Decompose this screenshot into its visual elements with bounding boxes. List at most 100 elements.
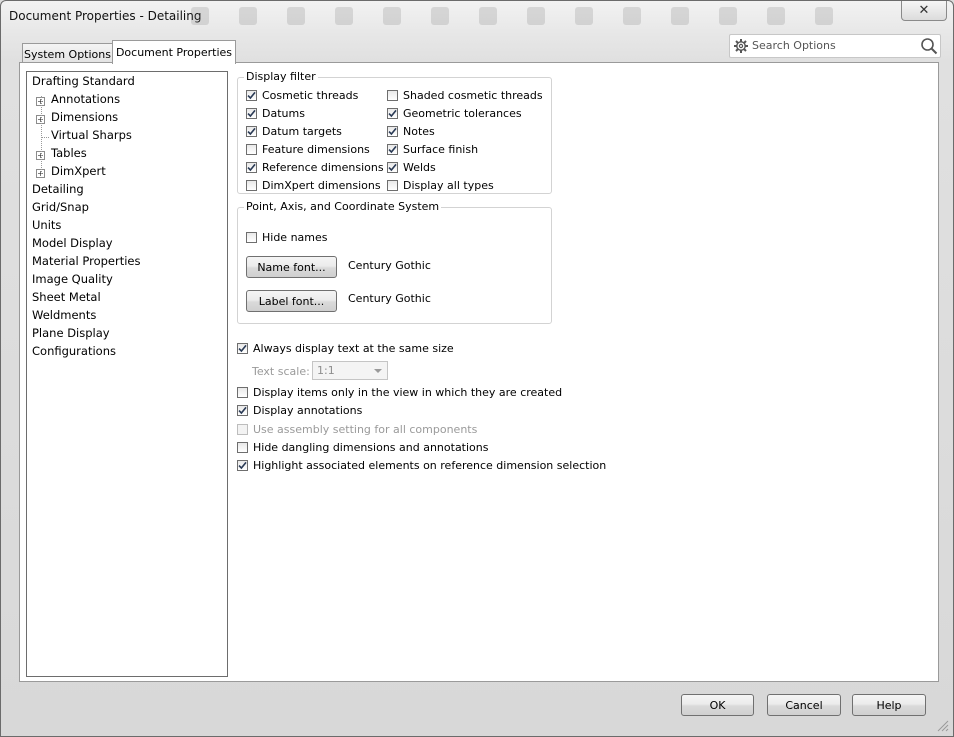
highlight-associated-checkbox[interactable] <box>237 459 248 471</box>
help-button[interactable]: Help <box>852 694 926 716</box>
tree-item[interactable]: Dimensions <box>51 110 118 126</box>
magnifier-icon[interactable] <box>920 37 938 55</box>
content-panel: Drafting Standard Annotations + Dimensions +… <box>19 62 939 682</box>
display-filter-checkbox[interactable] <box>246 179 257 191</box>
hide-dangling-checkbox[interactable] <box>237 441 248 453</box>
display-filter-checkbox[interactable] <box>246 161 257 173</box>
tree-item[interactable]: Image Quality <box>32 272 113 288</box>
display-filter-checkbox[interactable] <box>246 125 257 137</box>
point-axis-group: Point, Axis, and Coordinate System Hide … <box>237 200 552 324</box>
use-assembly-setting-row: Use assembly setting for all components <box>237 421 477 437</box>
display-filter-option[interactable]: Surface finish <box>387 141 478 157</box>
cancel-button[interactable]: Cancel <box>767 694 841 716</box>
chevron-down-icon <box>374 369 382 373</box>
checkbox-label: Surface finish <box>403 142 479 156</box>
tree-item-label: DimXpert <box>51 164 106 178</box>
display-only-in-view-row[interactable]: Display items only in the view in which … <box>237 384 562 400</box>
title-bar[interactable]: Document Properties - Detailing ✕ <box>1 1 953 31</box>
options-tree[interactable]: Drafting Standard Annotations + Dimensions +… <box>26 71 228 677</box>
display-filter-option[interactable]: Geometric tolerances <box>387 105 522 121</box>
resize-grip-icon[interactable] <box>935 718 949 732</box>
checkbox-label: Display all types <box>403 178 494 192</box>
display-filter-checkbox[interactable] <box>246 89 257 101</box>
display-filter-checkbox[interactable] <box>387 143 398 155</box>
search-options-box[interactable]: Search Options <box>729 34 941 58</box>
toolbar-ghost-icon <box>671 7 689 25</box>
window-title: Document Properties - Detailing <box>9 9 202 23</box>
button-label: Label font... <box>258 294 325 308</box>
display-filter-option[interactable]: Welds <box>387 159 436 175</box>
display-filter-option[interactable]: DimXpert dimensions <box>246 177 381 193</box>
display-filter-checkbox[interactable] <box>246 143 257 155</box>
tree-connector <box>41 96 42 174</box>
tree-item-label: Plane Display <box>32 326 110 340</box>
tree-item-label: Weldments <box>32 308 97 322</box>
tree-item[interactable]: Units <box>32 218 61 234</box>
checkbox-label: Notes <box>403 124 435 138</box>
display-filter-option[interactable]: Display all types <box>387 177 494 193</box>
button-label: Name font... <box>257 260 326 274</box>
display-annotations-row[interactable]: Display annotations <box>237 402 362 418</box>
display-filter-checkbox[interactable] <box>387 161 398 173</box>
label-font-button[interactable]: Label font... <box>246 290 337 312</box>
hide-names-checkbox[interactable] <box>246 231 257 243</box>
tree-item[interactable]: Grid/Snap <box>32 200 89 216</box>
tree-item[interactable]: Drafting Standard <box>32 74 135 90</box>
text-scale-value: 1:1 <box>317 364 335 377</box>
display-filter-option[interactable]: Reference dimensions <box>246 159 384 175</box>
name-font-button[interactable]: Name font... <box>246 256 337 278</box>
tree-item[interactable]: Material Properties <box>32 254 141 270</box>
group-label: Point, Axis, and Coordinate System <box>244 200 442 213</box>
tab-system-options[interactable]: System Options <box>22 43 113 64</box>
ok-button[interactable]: OK <box>681 694 754 716</box>
tree-item-label: Image Quality <box>32 272 113 286</box>
tree-item-label: Configurations <box>32 344 116 358</box>
tree-item[interactable]: DimXpert <box>51 164 106 180</box>
display-only-in-view-checkbox[interactable] <box>237 386 248 398</box>
tree-item[interactable]: Detailing <box>32 182 84 198</box>
toolbar-ghost-icon <box>815 7 833 25</box>
tree-item[interactable]: Plane Display <box>32 326 110 342</box>
tree-item[interactable]: Model Display <box>32 236 113 252</box>
tree-item[interactable]: Virtual Sharps <box>51 128 132 144</box>
display-annotations-checkbox[interactable] <box>237 404 248 416</box>
highlight-associated-row[interactable]: Highlight associated elements on referen… <box>237 457 606 473</box>
tree-item[interactable]: Sheet Metal <box>32 290 101 306</box>
display-filter-option[interactable]: Datums <box>246 105 305 121</box>
hide-names-checkbox-row[interactable]: Hide names <box>246 229 328 245</box>
close-button[interactable]: ✕ <box>901 1 947 21</box>
tree-item-label: Annotations <box>51 92 121 106</box>
checkbox-label: Datum targets <box>262 124 342 138</box>
tree-item[interactable]: Configurations <box>32 344 116 360</box>
checkbox-label: Shaded cosmetic threads <box>403 88 543 102</box>
hide-dangling-row[interactable]: Hide dangling dimensions and annotations <box>237 439 489 455</box>
display-filter-checkbox[interactable] <box>387 179 398 191</box>
gear-icon[interactable] <box>733 38 749 54</box>
tree-item[interactable]: Annotations <box>51 92 120 108</box>
tree-item[interactable]: Weldments <box>32 308 96 324</box>
close-icon: ✕ <box>918 3 930 18</box>
checkbox-label: Datums <box>262 106 305 120</box>
tab-label: Document Properties <box>115 46 233 59</box>
tree-item-label: Dimensions <box>51 110 119 124</box>
display-filter-option[interactable]: Shaded cosmetic threads <box>387 87 543 103</box>
toolbar-ghost-icon <box>527 7 545 25</box>
display-filter-option[interactable]: Cosmetic threads <box>246 87 358 103</box>
display-filter-option[interactable]: Feature dimensions <box>246 141 370 157</box>
text-scale-select[interactable]: 1:1 <box>312 361 388 380</box>
search-input[interactable]: Search Options <box>752 39 836 52</box>
display-filter-checkbox[interactable] <box>387 89 398 101</box>
display-filter-checkbox[interactable] <box>387 107 398 119</box>
checkbox-label: Feature dimensions <box>262 142 370 156</box>
toolbar-ghost-icon <box>191 7 209 25</box>
always-same-size-row[interactable]: Always display text at the same size <box>237 340 454 356</box>
display-filter-checkbox[interactable] <box>387 125 398 137</box>
tree-item[interactable]: Tables <box>51 146 87 162</box>
always-same-size-checkbox[interactable] <box>237 342 248 354</box>
tab-document-properties[interactable]: Document Properties <box>112 40 236 64</box>
display-filter-option[interactable]: Notes <box>387 123 435 139</box>
checkbox-label: Hide dangling dimensions and annotations <box>253 440 489 454</box>
display-filter-checkbox[interactable] <box>246 107 257 119</box>
display-filter-option[interactable]: Datum targets <box>246 123 342 139</box>
toolbar-ghost-icon <box>479 7 497 25</box>
